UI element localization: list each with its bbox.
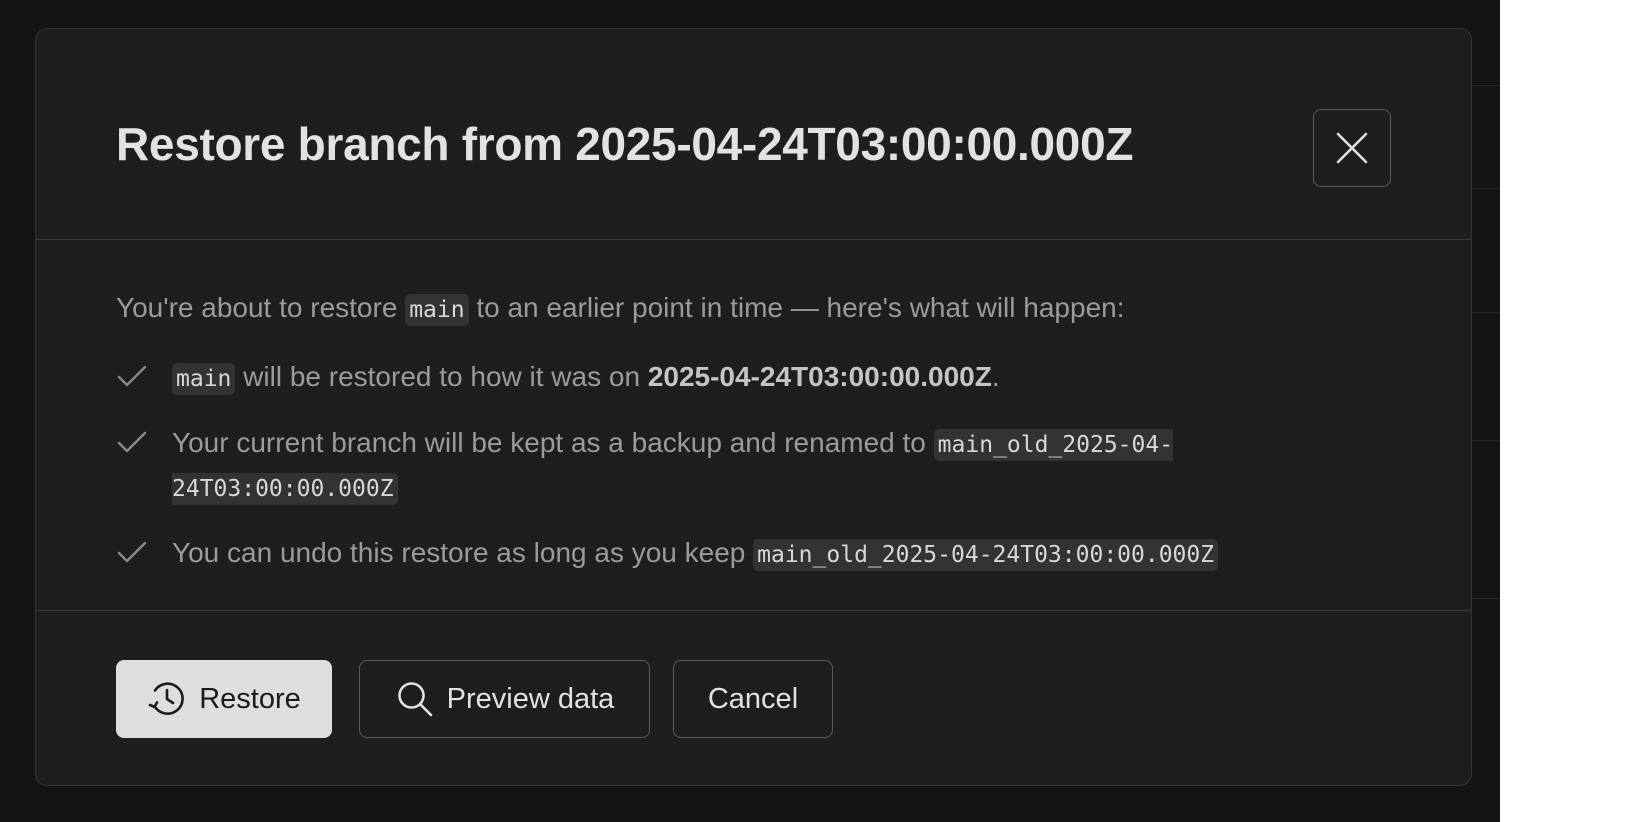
intro-text-before: You're about to restore bbox=[116, 292, 406, 323]
item-text: Your current branch will be kept as a ba… bbox=[172, 427, 934, 458]
check-icon bbox=[117, 431, 147, 453]
outcome-list: main will be restored to how it was on 2… bbox=[116, 356, 1296, 598]
list-item: main will be restored to how it was on 2… bbox=[116, 356, 1296, 400]
item-text: will be restored to how it was on bbox=[235, 361, 648, 392]
item-text: You can undo this restore as long as you… bbox=[172, 537, 754, 568]
dialog-footer: Restore Preview data Cancel bbox=[36, 611, 1471, 786]
intro-text-after: to an earlier point in time — here's wha… bbox=[468, 292, 1125, 323]
list-item: You can undo this restore as long as you… bbox=[116, 532, 1296, 576]
dialog-header: Restore branch from 2025-04-24T03:00:00.… bbox=[36, 29, 1471, 240]
cancel-button-label: Cancel bbox=[707, 682, 799, 715]
branch-name-code: main bbox=[172, 363, 236, 395]
check-icon bbox=[117, 541, 147, 563]
intro-text: You're about to restore main to an earli… bbox=[116, 292, 1125, 326]
restore-timestamp: 2025-04-24T03:00:00.000Z bbox=[647, 361, 992, 392]
cancel-button[interactable]: Cancel bbox=[673, 660, 833, 738]
check-icon bbox=[117, 365, 147, 387]
history-icon bbox=[147, 679, 187, 719]
search-icon bbox=[395, 679, 435, 719]
list-item: Your current branch will be kept as a ba… bbox=[116, 422, 1296, 510]
dialog-body: You're about to restore main to an earli… bbox=[36, 240, 1471, 611]
preview-data-button[interactable]: Preview data bbox=[359, 660, 650, 738]
dialog-title: Restore branch from 2025-04-24T03:00:00.… bbox=[116, 118, 1134, 170]
restore-button[interactable]: Restore bbox=[116, 660, 332, 738]
close-icon bbox=[1336, 132, 1368, 164]
backup-branch-code: main_old_2025-04-24T03:00:00.000Z bbox=[753, 539, 1219, 571]
restore-button-label: Restore bbox=[199, 682, 301, 715]
close-button[interactable] bbox=[1313, 109, 1391, 187]
branch-name-code: main bbox=[405, 294, 469, 326]
preview-data-button-label: Preview data bbox=[446, 682, 615, 715]
restore-branch-dialog: Restore branch from 2025-04-24T03:00:00.… bbox=[35, 28, 1472, 786]
item-text-end: . bbox=[991, 361, 1000, 392]
